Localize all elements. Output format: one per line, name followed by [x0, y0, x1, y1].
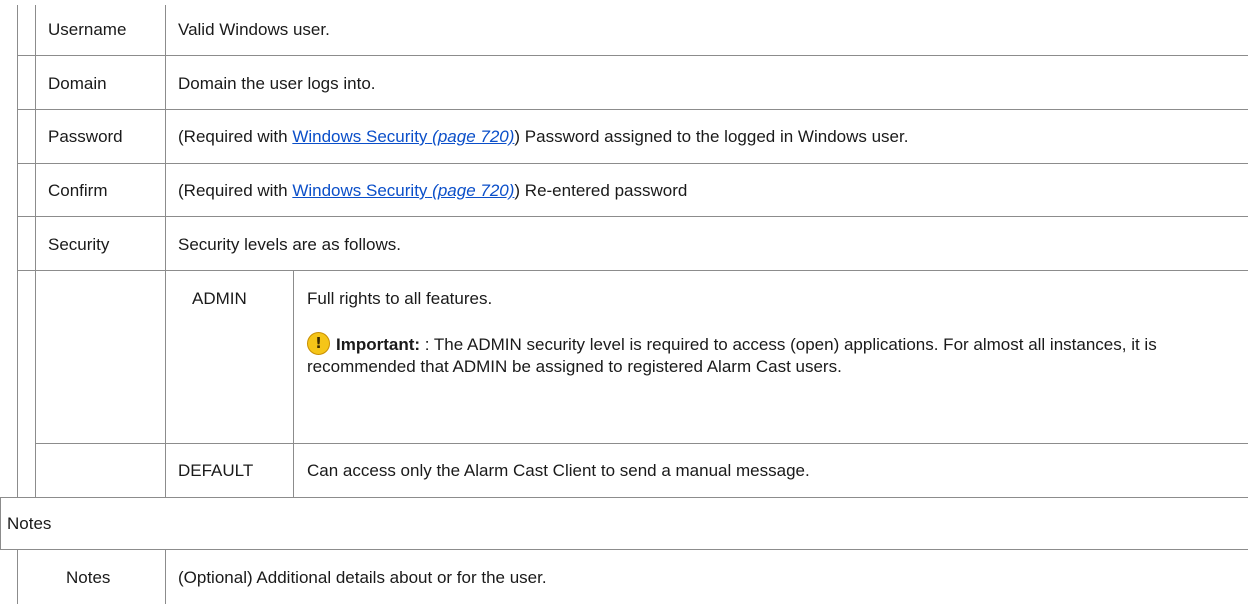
- security-level-description: Full rights to all features.: [307, 289, 493, 308]
- description-suffix: ) Re-entered password: [514, 181, 688, 200]
- row-divider: [17, 55, 1248, 56]
- level-column-divider: [293, 270, 294, 498]
- row-label: Confirm: [48, 181, 108, 200]
- warning-icon: !: [307, 332, 330, 355]
- row-label: Notes: [66, 568, 111, 587]
- table-left-border: [17, 549, 18, 604]
- link-text: Windows Security: [292, 127, 428, 146]
- row-divider: [0, 549, 1248, 550]
- link-page-ref: (page 720): [432, 181, 515, 200]
- row-description: (Optional) Additional details about or f…: [178, 568, 547, 587]
- row-divider: [35, 443, 1248, 444]
- row-description: Valid Windows user.: [178, 20, 330, 39]
- note-text: : The ADMIN security level is required t…: [307, 335, 1157, 376]
- notes-section-heading: Notes: [7, 514, 52, 533]
- row-divider: [17, 163, 1248, 164]
- user-properties-table: Username Valid Windows user. Domain Doma…: [0, 0, 1248, 604]
- row-label: Security: [48, 235, 110, 254]
- row-description: (Required with Windows Security (page 72…: [178, 127, 908, 147]
- note-label: Important:: [336, 335, 421, 354]
- link-text: Windows Security: [292, 181, 428, 200]
- link-page-ref: (page 720): [432, 127, 515, 146]
- description-suffix: ) Password assigned to the logged in Win…: [514, 127, 909, 146]
- row-divider: [17, 216, 1248, 217]
- windows-security-link[interactable]: Windows Security (page 720): [292, 127, 514, 146]
- security-level-description: Can access only the Alarm Cast Client to…: [307, 461, 810, 480]
- row-description: (Required with Windows Security (page 72…: [178, 181, 687, 201]
- important-note: ! Important: : The ADMIN security level i…: [307, 332, 1237, 378]
- description-prefix: (Required with: [178, 181, 293, 200]
- description-prefix: (Required with: [178, 127, 293, 146]
- security-level-name: DEFAULT: [178, 461, 254, 480]
- table-left-border: [17, 5, 18, 498]
- warning-icon-glyph: !: [315, 334, 322, 352]
- row-divider: [17, 109, 1248, 110]
- label-column-divider: [165, 5, 166, 498]
- row-description: Security levels are as follows.: [178, 235, 401, 254]
- outer-left-border: [0, 497, 1, 550]
- label-column-divider: [165, 549, 166, 604]
- row-label: Domain: [48, 74, 107, 93]
- label-column-left-border: [35, 5, 36, 498]
- security-level-name: ADMIN: [192, 289, 247, 308]
- row-divider: [0, 497, 1248, 498]
- windows-security-link[interactable]: Windows Security (page 720): [292, 181, 514, 200]
- row-divider: [17, 270, 1248, 271]
- row-label: Password: [48, 127, 123, 146]
- row-description: Domain the user logs into.: [178, 74, 376, 93]
- row-label: Username: [48, 20, 127, 39]
